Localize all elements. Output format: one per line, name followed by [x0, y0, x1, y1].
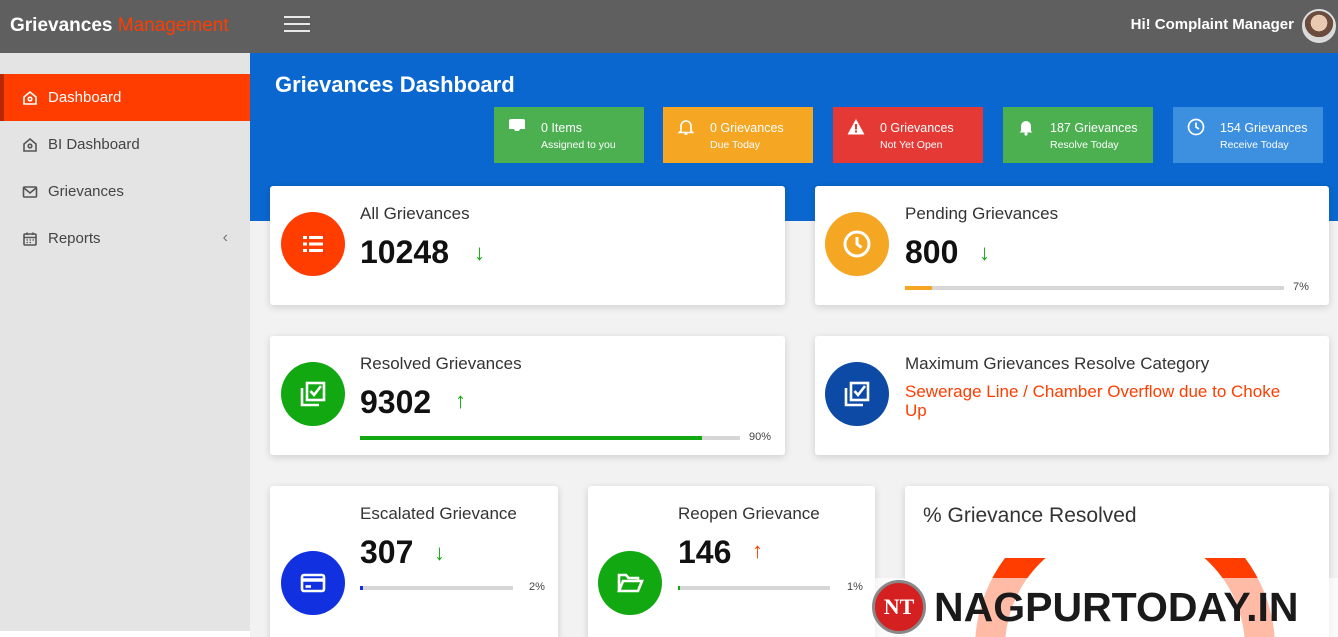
arrow-down-icon: ↓ — [979, 240, 990, 265]
top-bar: Grievances Management Hi! Complaint Mana… — [0, 0, 1338, 53]
stat-caption: Due Today — [710, 139, 761, 151]
card-max-resolve-category[interactable]: Maximum Grievances Resolve Category Sewe… — [815, 336, 1329, 455]
sidebar-item-label: Grievances — [48, 183, 124, 200]
sidebar-item-label: Dashboard — [48, 89, 122, 106]
sidebar-item-reports[interactable]: Reports ‹ — [0, 215, 250, 262]
checkbox-stack-icon — [825, 362, 889, 426]
stat-assigned[interactable]: 0 Items Assigned to you — [494, 107, 644, 163]
stat-resolve-today[interactable]: 187 Grievances Resolve Today — [1003, 107, 1153, 163]
inbox-icon — [509, 119, 525, 135]
sidebar-item-label: BI Dashboard — [48, 136, 140, 153]
progress-percent: 7% — [1293, 281, 1309, 293]
watermark: NT NAGPURTODAY.IN — [872, 578, 1338, 637]
stat-count: 0 Items — [541, 121, 582, 135]
card-escalated-grievance[interactable]: Escalated Grievance 307 ↓ 2% — [270, 486, 558, 637]
progress-bar — [678, 586, 830, 590]
card-label: Reopen Grievance — [678, 504, 820, 523]
card-label: Maximum Grievances Resolve Category — [905, 354, 1210, 373]
clock-icon — [825, 212, 889, 276]
app-brand[interactable]: Grievances Management — [10, 15, 229, 37]
credit-card-icon — [281, 551, 345, 615]
list-icon — [281, 212, 345, 276]
folder-open-icon — [598, 551, 662, 615]
card-value: 10248 — [360, 234, 449, 270]
user-greeting[interactable]: Hi! Complaint Manager — [1131, 16, 1294, 33]
arrow-down-icon: ↓ — [474, 240, 485, 265]
card-value: 146 — [678, 534, 732, 570]
stat-count: 0 Grievances — [710, 121, 784, 135]
progress-percent: 90% — [749, 431, 772, 443]
watermark-text: NAGPURTODAY.IN — [934, 584, 1299, 630]
home-icon — [23, 90, 37, 105]
calendar-icon — [23, 232, 37, 246]
arrow-up-icon: ↑ — [752, 538, 763, 563]
card-reopen-grievance[interactable]: Reopen Grievance 146 ↑ 1% — [588, 486, 875, 637]
progress-percent: 1% — [847, 581, 863, 593]
arrow-down-icon: ↓ — [434, 540, 445, 565]
stat-caption: Receive Today — [1220, 139, 1289, 151]
card-title: % Grievance Resolved — [923, 504, 1137, 527]
progress-fill — [360, 586, 364, 590]
progress-bar — [360, 586, 513, 590]
warning-icon — [847, 119, 865, 135]
category-value: Sewerage Line / Chamber Overflow due to … — [905, 382, 1281, 420]
home-icon — [23, 137, 37, 152]
card-resolved-grievances[interactable]: Resolved Grievances 9302 ↑ 90% — [270, 336, 785, 455]
stat-caption: Assigned to you — [541, 139, 616, 151]
card-value: 307 — [360, 534, 414, 570]
progress-fill — [905, 286, 932, 290]
chevron-left-icon[interactable]: ‹ — [223, 229, 228, 247]
card-value: 800 — [905, 234, 959, 270]
clock-icon — [1187, 118, 1205, 136]
stat-count: 154 Grievances — [1220, 121, 1308, 135]
sidebar-item-dashboard[interactable]: Dashboard — [0, 74, 250, 121]
progress-percent: 2% — [529, 581, 545, 593]
progress-fill — [360, 436, 702, 440]
stat-receive-today[interactable]: 154 Grievances Receive Today — [1173, 107, 1323, 163]
progress-fill — [678, 586, 680, 590]
stat-count: 187 Grievances — [1050, 121, 1138, 135]
brand-subtitle: Management — [117, 15, 229, 36]
stat-caption: Resolve Today — [1050, 139, 1119, 151]
watermark-logo: NT — [872, 580, 926, 634]
brand-name: Grievances — [10, 15, 113, 36]
stat-count: 0 Grievances — [880, 121, 954, 135]
progress-bar — [360, 436, 740, 440]
card-label: Pending Grievances — [905, 204, 1059, 223]
sidebar-footer — [0, 631, 250, 637]
sidebar-item-grievances[interactable]: Grievances — [0, 168, 250, 215]
stat-caption: Not Yet Open — [880, 139, 943, 151]
bell-icon — [677, 120, 695, 135]
card-label: Escalated Grievance — [360, 504, 517, 523]
sidebar-item-bi-dashboard[interactable]: BI Dashboard — [0, 121, 250, 168]
arrow-up-icon: ↑ — [455, 388, 466, 413]
sidebar-item-label: Reports — [48, 230, 101, 247]
sidebar: Dashboard BI Dashboard Grievances Report… — [0, 53, 250, 631]
menu-toggle-icon[interactable] — [284, 16, 310, 36]
stat-not-yet-open[interactable]: 0 Grievances Not Yet Open — [833, 107, 983, 163]
envelope-icon — [22, 185, 38, 198]
user-avatar[interactable] — [1302, 9, 1336, 43]
card-label: Resolved Grievances — [360, 354, 522, 373]
stat-due-today[interactable]: 0 Grievances Due Today — [663, 107, 813, 163]
checkbox-stack-icon — [281, 362, 345, 426]
card-pending-grievances[interactable]: Pending Grievances 800 ↓ 7% — [815, 186, 1329, 305]
card-value: 9302 — [360, 384, 432, 420]
page-title: Grievances Dashboard — [275, 72, 515, 97]
card-label: All Grievances — [360, 204, 470, 223]
card-all-grievances[interactable]: All Grievances 10248 ↓ — [270, 186, 785, 305]
bell-icon — [1019, 121, 1033, 136]
progress-bar — [905, 286, 1284, 290]
